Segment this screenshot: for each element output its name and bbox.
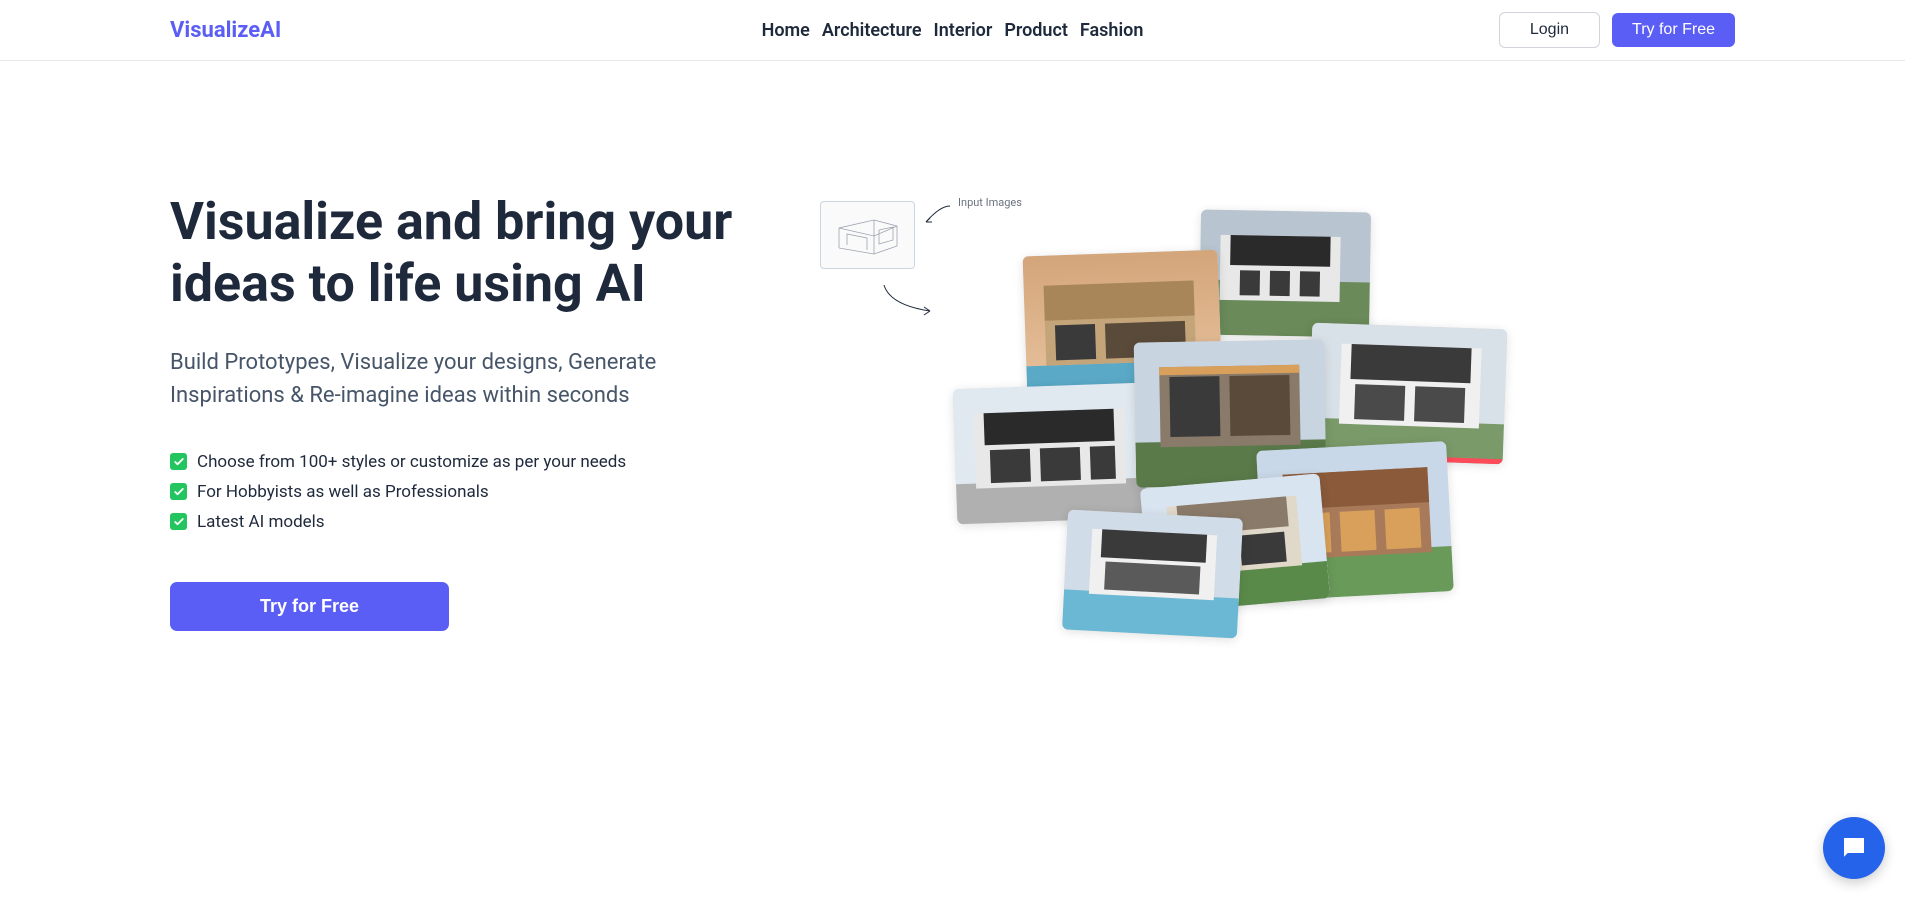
header-actions: Login Try for Free bbox=[1499, 12, 1735, 48]
feature-item: For Hobbyists as well as Professionals bbox=[170, 482, 770, 502]
hero-title: Visualize and bring your ideas to life u… bbox=[170, 191, 770, 316]
image-collage bbox=[890, 211, 1450, 631]
generated-image bbox=[1062, 510, 1243, 639]
hero-content: Visualize and bring your ideas to life u… bbox=[170, 191, 770, 631]
hero-section: Visualize and bring your ideas to life u… bbox=[0, 61, 1905, 691]
feature-text: Choose from 100+ styles or customize as … bbox=[197, 452, 626, 472]
main-nav: Home Architecture Interior Product Fashi… bbox=[762, 20, 1144, 41]
feature-text: For Hobbyists as well as Professionals bbox=[197, 482, 489, 502]
login-button[interactable]: Login bbox=[1499, 12, 1600, 48]
nav-architecture[interactable]: Architecture bbox=[822, 20, 922, 41]
input-images-label: Input Images bbox=[958, 196, 1022, 209]
feature-list: Choose from 100+ styles or customize as … bbox=[170, 452, 770, 532]
checkmark-icon bbox=[170, 483, 187, 500]
try-free-header-button[interactable]: Try for Free bbox=[1612, 13, 1735, 47]
chat-button[interactable] bbox=[1823, 817, 1885, 879]
hero-visual: Input Images bbox=[810, 191, 1735, 631]
generated-image bbox=[1199, 210, 1371, 338]
feature-text: Latest AI models bbox=[197, 512, 325, 532]
logo[interactable]: VisualizeAI bbox=[170, 18, 281, 43]
checkmark-icon bbox=[170, 453, 187, 470]
checkmark-icon bbox=[170, 513, 187, 530]
feature-item: Latest AI models bbox=[170, 512, 770, 532]
generated-image bbox=[953, 383, 1148, 525]
try-free-cta-button[interactable]: Try for Free bbox=[170, 582, 449, 631]
nav-home[interactable]: Home bbox=[762, 20, 810, 41]
chat-icon bbox=[1839, 833, 1869, 863]
hero-subtitle: Build Prototypes, Visualize your designs… bbox=[170, 346, 690, 412]
nav-fashion[interactable]: Fashion bbox=[1080, 20, 1143, 41]
feature-item: Choose from 100+ styles or customize as … bbox=[170, 452, 770, 472]
header: VisualizeAI Home Architecture Interior P… bbox=[0, 0, 1905, 61]
nav-product[interactable]: Product bbox=[1004, 20, 1068, 41]
nav-interior[interactable]: Interior bbox=[934, 20, 993, 41]
